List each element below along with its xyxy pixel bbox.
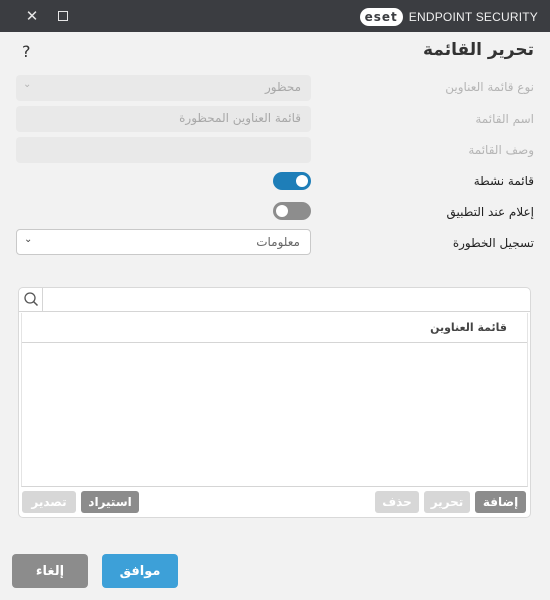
export-button[interactable]: تصدير [22,491,76,513]
product-name: ENDPOINT SECURITY [408,10,538,24]
eset-logo-text: eset [364,10,398,24]
chevron-down-icon: ⌄ [23,79,32,90]
list-type-label: نوع قائمة العناوين [445,80,534,94]
help-icon[interactable]: ? [22,42,31,61]
search-input[interactable] [44,288,529,311]
brand: eset ENDPOINT SECURITY [359,8,538,26]
notify-label: إعلام عند التطبيق [446,205,535,219]
list-name-label: اسم القائمة [475,112,534,126]
severity-value: معلومات [256,235,300,249]
column-header-label: قائمة العناوين [430,321,507,334]
delete-button[interactable]: حذف [375,491,419,513]
toggle-knob [276,205,288,217]
list-type-value: محظور [264,80,301,94]
list-active-toggle[interactable] [273,172,311,190]
chevron-down-icon: ⌄ [24,234,33,245]
add-button[interactable]: إضافة [475,491,526,513]
address-list[interactable]: قائمة العناوين [21,313,528,487]
list-active-label: قائمة نشطة [473,174,534,188]
maximize-icon[interactable] [58,11,68,21]
column-header[interactable]: قائمة العناوين [22,313,527,343]
toggle-knob [296,175,308,187]
list-description-field [16,137,311,163]
list-description-label: وصف القائمة [468,143,534,157]
cancel-button[interactable]: إلغاء [12,554,88,588]
import-button[interactable]: استيراد [81,491,139,513]
ok-button[interactable]: موافق [102,554,178,588]
list-name-value: قائمة العناوين المحظورة [179,111,301,125]
eset-logo: eset [359,8,403,26]
search-icon[interactable] [19,288,43,311]
close-icon[interactable]: ✕ [22,7,42,25]
page-title: تحرير القائمة [422,40,534,60]
address-list-panel: قائمة العناوين إضافة تحرير حذف استيراد ت… [18,287,531,518]
search-bar [19,288,530,312]
severity-label: تسجيل الخطورة [452,236,534,250]
title-bar: ✕ eset ENDPOINT SECURITY [0,0,550,32]
notify-toggle[interactable] [273,202,311,220]
list-name-field: قائمة العناوين المحظورة [16,106,311,132]
severity-select[interactable]: معلومات ⌄ [16,229,311,255]
edit-button[interactable]: تحرير [424,491,470,513]
list-type-select: محظور ⌄ [16,75,311,101]
